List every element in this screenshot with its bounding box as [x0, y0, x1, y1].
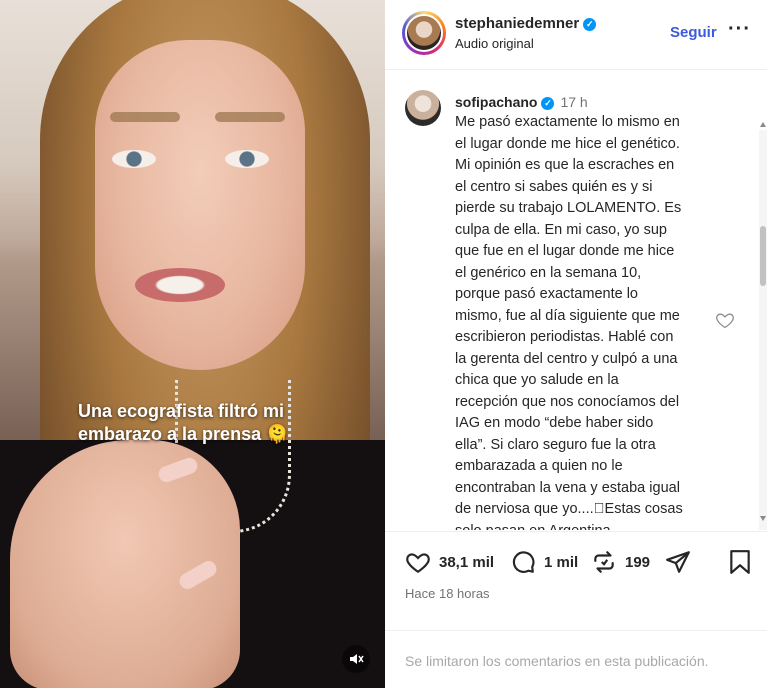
face [95, 40, 305, 370]
reel-video[interactable]: Una ecografista filtró mi embarazo a la … [0, 0, 385, 688]
caption-line-1: Una ecografista filtró mi [78, 401, 285, 421]
verified-badge-icon: ✓ [583, 18, 597, 31]
limited-notice-text: Se limitaron los comentarios en esta pub… [405, 653, 709, 669]
video-caption: Una ecografista filtró mi embarazo a la … [78, 400, 289, 446]
left-brow [110, 112, 180, 122]
heart-icon[interactable] [405, 549, 431, 575]
comment-count: 1 mil [544, 553, 579, 571]
scrollbar-track[interactable] [759, 130, 767, 530]
comment-bubble-icon[interactable] [510, 549, 536, 575]
author-username[interactable]: stephaniedemner ✓ [455, 15, 597, 32]
comments-scrollbar[interactable] [759, 122, 767, 530]
scroll-up-icon[interactable] [760, 122, 766, 127]
scroll-down-icon[interactable] [760, 516, 766, 521]
right-eye [225, 150, 269, 168]
more-options-icon[interactable]: ··· [728, 18, 751, 41]
verified-badge-icon: ✓ [541, 97, 555, 110]
author-avatar[interactable] [402, 11, 446, 55]
save-button[interactable] [729, 549, 759, 575]
commenter-username[interactable]: sofipachano [455, 94, 537, 110]
commenter-name[interactable]: sofipachano ✓ 17 h [455, 94, 588, 110]
speaker-muted-icon[interactable] [342, 645, 370, 673]
share-button[interactable] [665, 549, 699, 575]
comment-like-heart-icon[interactable] [715, 310, 735, 330]
caption-line-2: embarazo a la prensa 🫠 [78, 424, 289, 444]
repost-button[interactable]: 199 [591, 549, 650, 575]
follow-button[interactable]: Seguir [670, 24, 717, 41]
scrollbar-thumb[interactable] [760, 226, 766, 286]
commenter-avatar[interactable] [405, 90, 441, 126]
post-timestamp[interactable]: Hace 18 horas [405, 586, 490, 601]
repost-icon[interactable] [591, 549, 617, 575]
action-bar: 38,1 mil 1 mil 199 [385, 531, 767, 592]
bookmark-icon[interactable] [729, 549, 751, 575]
right-brow [215, 112, 285, 122]
comment-time: 17 h [560, 94, 588, 110]
author-username-text[interactable]: stephaniedemner [455, 15, 579, 32]
like-button[interactable]: 38,1 mil [405, 549, 494, 575]
comments-section[interactable]: sofipachano ✓ 17 h Me pasó exactamente lo … [385, 70, 767, 530]
comments-limited-notice: Se limitaron los comentarios en esta pub… [385, 630, 767, 689]
share-paper-plane-icon[interactable] [665, 549, 691, 575]
lips [135, 268, 225, 302]
avatar-image [405, 14, 443, 52]
post-panel: stephaniedemner ✓ Audio original Seguir ·… [385, 0, 767, 688]
audio-label[interactable]: Audio original [455, 36, 534, 51]
comment-button[interactable]: 1 mil [510, 549, 578, 575]
repost-count: 199 [625, 553, 651, 571]
like-count: 38,1 mil [439, 553, 495, 571]
post-header: stephaniedemner ✓ Audio original Seguir ·… [385, 0, 767, 70]
comment-text: Me pasó exactamente lo mismo en el lugar… [455, 114, 683, 530]
left-eye [112, 150, 156, 168]
